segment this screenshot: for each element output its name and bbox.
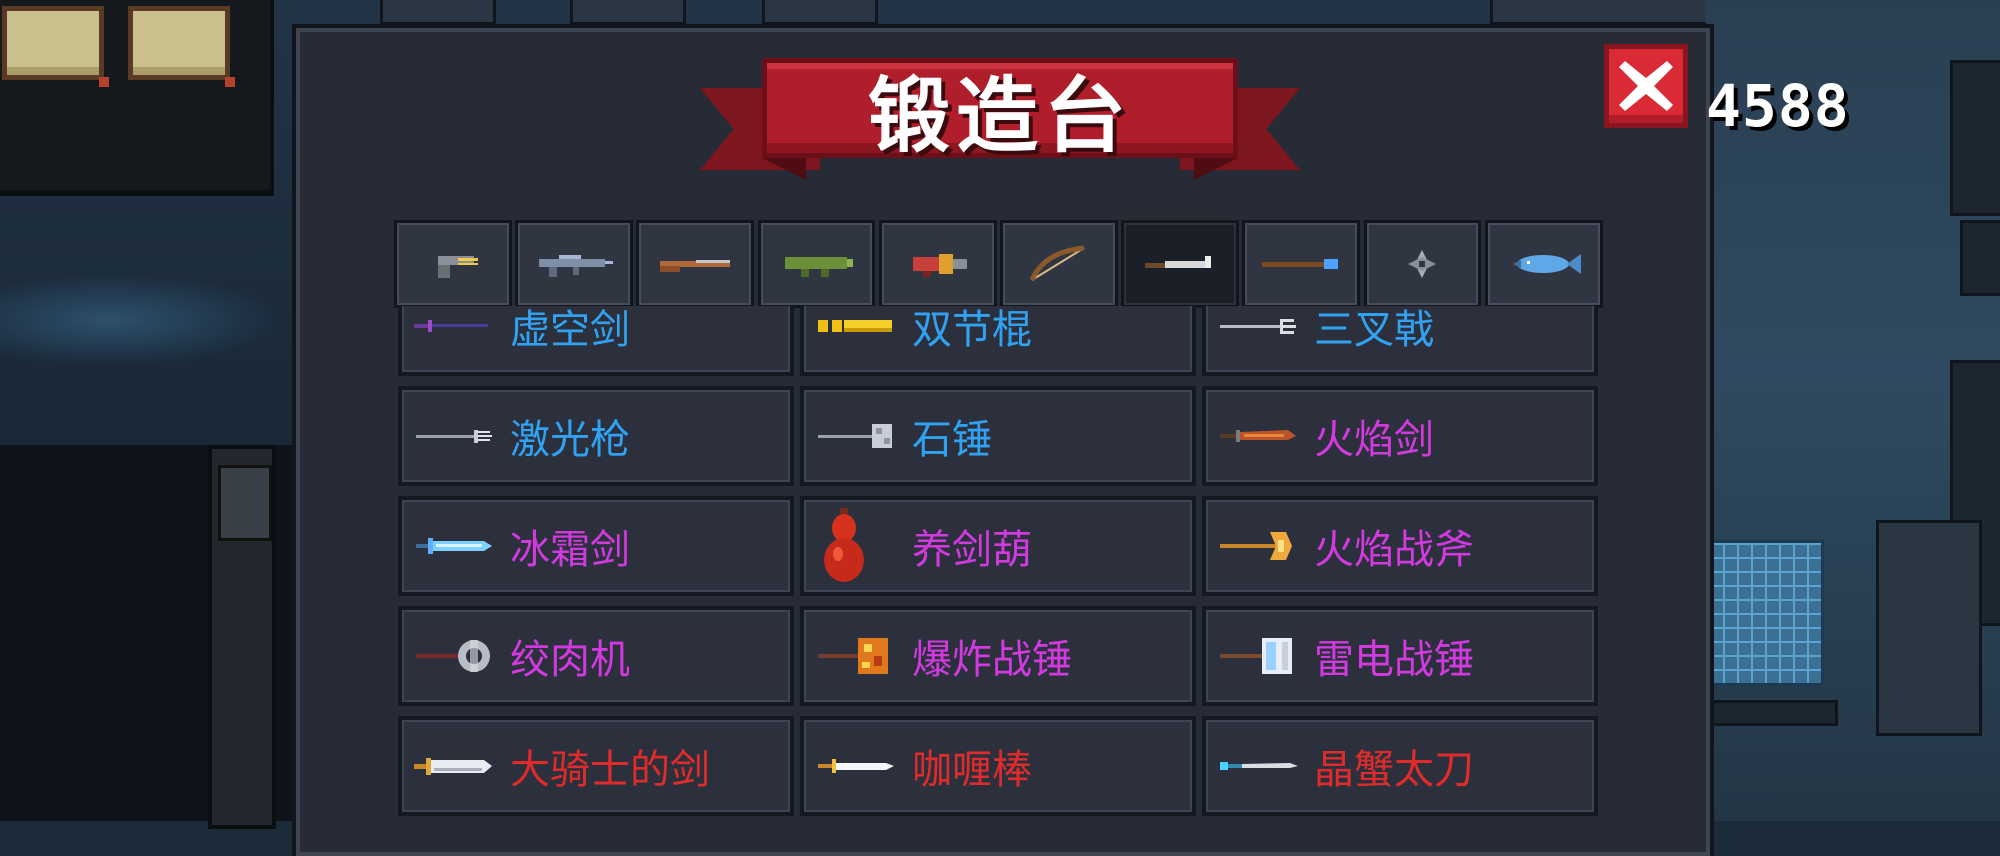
bow-icon: [1029, 245, 1085, 282]
weapon-name: 爆炸战锤: [912, 637, 1072, 683]
void-sword-icon: [414, 320, 488, 332]
weapon-name: 雷电战锤: [1314, 637, 1474, 683]
weapon-slot-crab-katana[interactable]: 晶蟹太刀: [1202, 716, 1598, 816]
weapon-name: 咖喱棒: [912, 747, 1032, 793]
weapon-slot-meat-grinder[interactable]: 绞肉机: [398, 606, 794, 706]
shuriken-icon: [1408, 250, 1437, 278]
stone-hammer-icon: [818, 424, 892, 448]
meat-grinder-icon: [416, 640, 490, 672]
crab-katana-icon: [1220, 762, 1298, 770]
close-button[interactable]: [1604, 44, 1688, 128]
shotgun-icon: [660, 260, 731, 272]
weapon-name: 冰霜剑: [510, 527, 630, 573]
frost-sword-icon: [416, 538, 492, 554]
tab-special[interactable]: [1484, 220, 1603, 308]
weapon-slot-frost-sword[interactable]: 冰霜剑: [398, 496, 794, 596]
weapon-name: 养剑葫: [912, 527, 1032, 573]
tab-rifle[interactable]: [515, 220, 633, 308]
excalibur-icon: [818, 759, 894, 773]
desk: [1702, 700, 1838, 726]
notice-board: [2, 6, 109, 87]
thunder-hammer-icon: [1220, 638, 1292, 674]
flame-axe-icon: [1220, 532, 1292, 560]
weapon-slot-flame-axe[interactable]: 火焰战斧: [1202, 496, 1598, 596]
weapon-list[interactable]: 虚空剑 双节棍 三叉戟 激光枪 石锤 火焰剑 冰霜剑 养剑葫 火焰战斧 绞肉机 …: [398, 306, 1598, 821]
weapon-slot-knight-sword[interactable]: 大骑士的剑: [398, 716, 794, 816]
weapon-grid: 虚空剑 双节棍 三叉戟 激光枪 石锤 火焰剑 冰霜剑 养剑葫 火焰战斧 绞肉机 …: [398, 306, 1598, 816]
tab-bow[interactable]: [1000, 220, 1118, 308]
flame-cannon-icon: [912, 254, 967, 277]
ceiling-pipe: [762, 0, 878, 25]
weapon-slot-stone-hammer[interactable]: 石锤: [800, 386, 1196, 486]
weapon-name: 激光枪: [510, 417, 630, 463]
weapon-name: 火焰战斧: [1314, 527, 1474, 573]
weapon-name: 晶蟹太刀: [1314, 747, 1474, 793]
weapon-name: 火焰剑: [1314, 417, 1434, 463]
weapon-slot-explosive-hammer[interactable]: 爆炸战锤: [800, 606, 1196, 706]
weapon-category-tabs: [394, 220, 1606, 308]
weapon-name: 三叉戟: [1314, 307, 1434, 353]
weapon-slot-flame-sword[interactable]: 火焰剑: [1202, 386, 1598, 486]
weapon-name: 虚空剑: [510, 307, 630, 353]
flame-sword-icon: [1220, 430, 1296, 442]
tab-staff[interactable]: [1242, 220, 1361, 308]
weapon-slot-gourd[interactable]: 养剑葫: [800, 496, 1196, 596]
tab-throwing[interactable]: [1363, 220, 1482, 308]
machine-block: [1950, 60, 2000, 216]
weapon-name: 绞肉机: [510, 637, 630, 683]
weapon-slot-thunder-hammer[interactable]: 雷电战锤: [1202, 606, 1598, 706]
pillar: [208, 445, 276, 829]
weapon-name: 大骑士的剑: [510, 747, 710, 793]
explosive-hammer-icon: [818, 638, 888, 674]
blueprint-screen: [1706, 540, 1824, 686]
nunchaku-icon: [818, 320, 892, 332]
rocket-launcher-icon: [785, 257, 854, 277]
blade-icon: [1145, 256, 1212, 268]
weapon-slot-trident[interactable]: 三叉戟: [1202, 306, 1598, 376]
weapon-slot-laser-spear[interactable]: 激光枪: [398, 386, 794, 486]
gourd-icon: [824, 508, 864, 582]
rifle-icon: [539, 255, 614, 277]
pistol-icon: [437, 256, 478, 278]
weapon-name: 双节棍: [912, 307, 1032, 353]
weapon-slot-void-sword[interactable]: 虚空剑: [398, 306, 794, 376]
trident-icon: [1220, 319, 1296, 334]
tab-rocket-launcher[interactable]: [757, 220, 876, 308]
weapon-slot-excalibur[interactable]: 咖喱棒: [800, 716, 1196, 816]
staff-icon: [1262, 259, 1339, 269]
page-title: 锻造台: [867, 68, 1132, 164]
wall-block: [0, 0, 274, 196]
ceiling-pipe: [380, 0, 496, 25]
tab-melee[interactable]: [1121, 220, 1239, 308]
ceiling-pipe: [570, 0, 686, 25]
tab-flame-cannon[interactable]: [878, 220, 997, 308]
close-icon: [1619, 61, 1673, 111]
notice-board: [128, 6, 235, 87]
laser-spear-icon: [416, 430, 492, 443]
machine-block: [1960, 220, 2000, 296]
weapon-slot-nunchaku[interactable]: 双节棍: [800, 306, 1196, 376]
banner-plate: 锻造台: [762, 58, 1238, 164]
title-banner: 锻造台: [700, 58, 1300, 188]
fish-icon: [1512, 254, 1581, 274]
robot-figure: [1876, 520, 1982, 736]
weapon-name: 石锤: [912, 417, 992, 463]
tab-pistol[interactable]: [394, 220, 512, 308]
tab-shotgun[interactable]: [636, 220, 755, 308]
knight-sword-icon: [414, 758, 492, 775]
coin-counter: 4588: [1706, 72, 1850, 140]
